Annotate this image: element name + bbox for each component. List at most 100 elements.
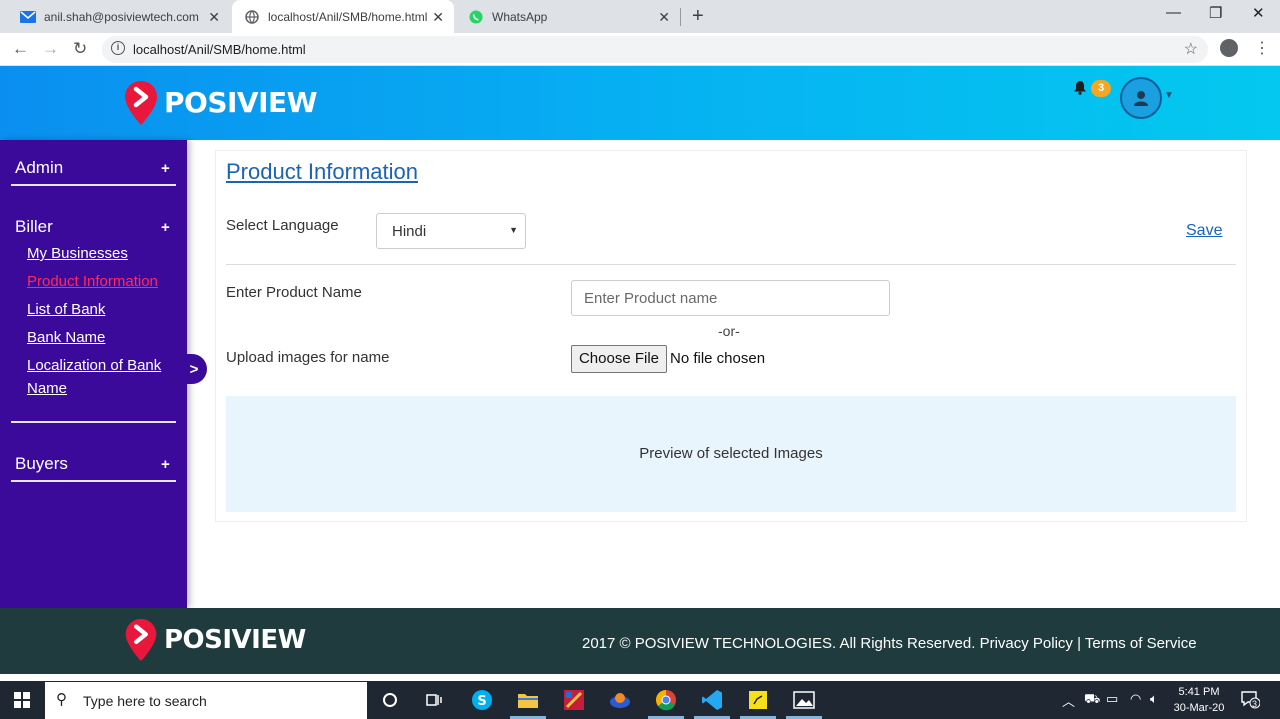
select-language-label: Select Language <box>226 217 339 234</box>
browser-tab-gmail[interactable]: anil.shah@posiviewtech.com ✕ <box>8 0 230 33</box>
close-window-icon[interactable]: ✕ <box>1252 4 1265 22</box>
sidebar-collapse-button[interactable]: > <box>181 354 207 384</box>
action-center-count: 3 <box>1252 699 1258 709</box>
footer: POSIVIEW 2017 © POSIVIEW TECHNOLOGIES. A… <box>0 608 1280 674</box>
divider <box>11 421 176 423</box>
user-icon <box>1134 91 1148 106</box>
chevron-down-icon[interactable]: ▼ <box>1164 90 1174 101</box>
taskbar-search-box[interactable]: ⚲ Type here to search <box>45 682 367 719</box>
close-tab-icon[interactable]: ✕ <box>658 9 670 26</box>
sidebar-item-list-of-bank[interactable]: List of Bank <box>27 298 105 321</box>
browser-tab-strip: anil.shah@posiviewtech.com ✕ localhost/A… <box>0 0 1280 33</box>
whatsapp-icon <box>468 9 484 25</box>
product-name-label: Enter Product Name <box>226 284 362 301</box>
posiview-logo[interactable]: POSIVIEW <box>124 80 318 125</box>
footer-logo[interactable]: POSIVIEW <box>124 618 306 662</box>
restore-icon[interactable]: ❐ <box>1209 4 1222 22</box>
windows-start-icon[interactable] <box>14 692 30 708</box>
copyright-text: 2017 © POSIVIEW TECHNOLOGIES. All Rights… <box>582 635 1197 652</box>
task-view-icon[interactable] <box>422 688 446 712</box>
reload-icon[interactable]: ↻ <box>73 39 87 59</box>
url-text: localhost/Anil/SMB/home.html <box>133 42 306 57</box>
chevron-up-icon[interactable]: ︿ <box>1062 691 1075 710</box>
expand-biller-icon[interactable]: + <box>161 219 170 236</box>
tab-title: localhost/Anil/SMB/home.html <box>268 9 428 24</box>
sidebar-section-biller[interactable]: Biller <box>15 217 53 237</box>
globe-icon <box>244 9 260 25</box>
paint-app-icon[interactable] <box>562 688 586 712</box>
sidebar-item-bank-name[interactable]: Bank Name <box>27 326 105 349</box>
search-icon: ⚲ <box>56 691 67 708</box>
app-header: POSIVIEW 3 ▼ <box>0 66 1280 140</box>
taskbar-search-placeholder: Type here to search <box>83 693 207 709</box>
photos-icon[interactable] <box>792 688 816 712</box>
link-text-line2: Name <box>27 380 68 397</box>
close-tab-icon[interactable]: ✕ <box>432 9 444 26</box>
volume-icon[interactable]: 🔈︎ <box>1150 691 1158 707</box>
file-explorer-icon[interactable] <box>516 688 540 712</box>
expand-buyers-icon[interactable]: + <box>161 456 170 473</box>
clock-date: 30-Mar-20 <box>1173 702 1225 714</box>
preview-placeholder-text: Preview of selected Images <box>639 445 823 462</box>
save-link[interactable]: Save <box>1186 222 1222 240</box>
back-icon[interactable]: ← <box>12 39 29 59</box>
vscode-icon[interactable] <box>700 688 724 712</box>
logo-pin-icon <box>124 618 158 662</box>
bookmark-star-icon[interactable]: ☆ <box>1184 39 1198 59</box>
divider <box>11 184 176 186</box>
system-clock[interactable]: 5:41 PM 30-Mar-20 <box>1170 684 1228 716</box>
browser-tab-home[interactable]: localhost/Anil/SMB/home.html ✕ <box>232 0 454 33</box>
sidebar: Admin + Biller + My Businesses Product I… <box>0 140 187 608</box>
clock-time: 5:41 PM <box>1178 686 1220 698</box>
browser-toolbar: ← → ↻ i localhost/Anil/SMB/home.html ☆ ⋮ <box>0 33 1280 66</box>
tab-title: WhatsApp <box>492 9 548 24</box>
browser-tab-whatsapp[interactable]: WhatsApp ✕ <box>456 0 680 33</box>
dropdown-arrow-icon: ▼ <box>509 225 518 235</box>
language-select[interactable]: Hindi ▼ <box>376 213 526 249</box>
browser-profile-icon[interactable] <box>1220 39 1238 57</box>
chrome-icon[interactable] <box>654 688 678 712</box>
skype-icon[interactable]: S <box>470 688 494 712</box>
vpn-app-icon[interactable] <box>608 688 632 712</box>
sticky-notes-icon[interactable] <box>746 688 770 712</box>
network-app-icon[interactable]: ⛟ <box>1084 691 1100 709</box>
divider <box>11 480 176 482</box>
choose-file-button[interactable]: Choose File <box>571 345 667 373</box>
svg-text:S: S <box>477 694 486 709</box>
battery-icon[interactable]: ▭ <box>1106 691 1118 707</box>
product-name-input[interactable] <box>571 280 890 316</box>
tab-title: anil.shah@posiviewtech.com <box>44 9 199 24</box>
minimize-icon[interactable]: — <box>1166 4 1181 21</box>
divider <box>226 264 1236 265</box>
link-text-line1: Localization of Bank <box>27 357 162 374</box>
sidebar-section-admin[interactable]: Admin <box>15 158 63 178</box>
image-preview-area: Preview of selected Images <box>226 396 1236 512</box>
page-title: Product Information <box>226 159 418 184</box>
browser-menu-icon[interactable]: ⋮ <box>1254 38 1270 58</box>
cortana-icon[interactable] <box>378 688 402 712</box>
new-tab-icon[interactable]: + <box>692 5 704 28</box>
notification-badge[interactable]: 3 <box>1091 80 1111 97</box>
address-bar[interactable]: i localhost/Anil/SMB/home.html ☆ <box>102 36 1208 63</box>
upload-images-label: Upload images for name <box>226 349 390 366</box>
user-avatar[interactable] <box>1120 77 1162 119</box>
or-separator: -or- <box>718 323 740 339</box>
mail-icon <box>20 9 36 25</box>
footer-brand-name: POSIVIEW <box>164 625 306 655</box>
file-status-text: No file chosen <box>670 350 766 367</box>
logo-pin-icon <box>124 80 158 125</box>
sidebar-item-my-businesses[interactable]: My Businesses <box>27 242 128 265</box>
sidebar-item-product-information[interactable]: Product Information <box>27 270 158 293</box>
tab-separator <box>680 8 681 26</box>
language-selected-value: Hindi <box>392 223 427 240</box>
sidebar-section-buyers[interactable]: Buyers <box>15 454 68 474</box>
brand-name: POSIVIEW <box>164 85 318 119</box>
forward-icon[interactable]: → <box>42 39 59 59</box>
close-tab-icon[interactable]: ✕ <box>208 9 220 26</box>
expand-admin-icon[interactable]: + <box>161 160 170 177</box>
wifi-icon[interactable]: ◠ <box>1130 691 1141 707</box>
taskbar: ⚲ Type here to search S ︿ ⛟ ▭ ◠ 🔈︎ 5:41 … <box>0 681 1280 719</box>
info-icon[interactable]: i <box>111 41 125 55</box>
bell-icon[interactable] <box>1073 80 1087 99</box>
sidebar-item-localization-of-bank-name[interactable]: Localization of Bank Name <box>27 354 161 400</box>
